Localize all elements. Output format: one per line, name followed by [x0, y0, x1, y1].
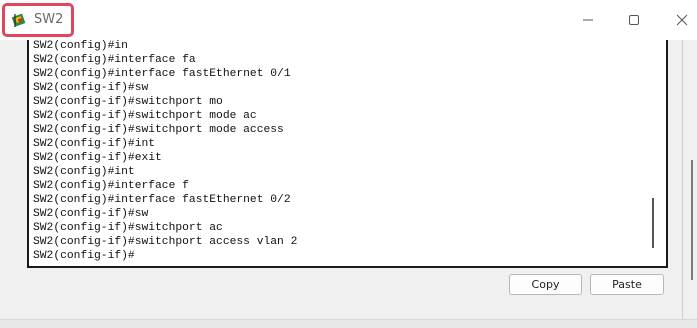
terminal-line: SW2(config-if)#exit	[33, 152, 162, 164]
title-bar: SW2	[0, 0, 697, 40]
copy-button[interactable]: Copy	[509, 274, 582, 295]
window-right-edge	[682, 40, 697, 327]
terminal-line: SW2(config)#in	[33, 40, 128, 52]
terminal-line: SW2(config)#interface fa	[33, 54, 196, 66]
terminal-line: SW2(config-if)#switchport ac	[33, 222, 223, 234]
window-title: SW2	[34, 12, 64, 27]
terminal-line: SW2(config-if)#sw	[33, 82, 149, 94]
terminal-line: SW2(config-if)#	[33, 250, 135, 262]
maximize-icon[interactable]	[622, 8, 646, 32]
terminal-line: SW2(config-if)#sw	[33, 208, 149, 220]
close-icon[interactable]	[670, 8, 694, 32]
terminal-line: SW2(config-if)#switchport mode access	[33, 124, 284, 136]
terminal-line: SW2(config-if)#switchport mode ac	[33, 110, 257, 122]
terminal-scrollbar[interactable]	[652, 198, 654, 248]
packet-tracer-switch-icon	[11, 12, 28, 28]
terminal-line: SW2(config)#interface f	[33, 180, 189, 192]
terminal-line: SW2(config)#interface fastEthernet 0/2	[33, 194, 291, 206]
terminal-line: SW2(config-if)#switchport access vlan 2	[33, 236, 298, 248]
terminal-line: SW2(config-if)#int	[33, 138, 156, 150]
terminal-line: SW2(config)#int	[33, 166, 135, 178]
cli-content: SW2(config)#in SW2(config)#interface fa …	[18, 40, 679, 320]
terminal-output[interactable]: SW2(config)#in SW2(config)#interface fa …	[27, 40, 668, 268]
terminal-line: SW2(config)#interface fastEthernet 0/1	[33, 68, 291, 80]
window-scrollbar[interactable]	[691, 160, 693, 280]
terminal-lines: SW2(config)#in SW2(config)#interface fa …	[33, 40, 297, 263]
terminal-line: SW2(config-if)#switchport mo	[33, 96, 223, 108]
minimize-icon[interactable]	[576, 8, 600, 32]
paste-button[interactable]: Paste	[590, 274, 664, 295]
cli-window: SW2 SW2(config)#in SW2(config)#interface…	[0, 0, 697, 328]
